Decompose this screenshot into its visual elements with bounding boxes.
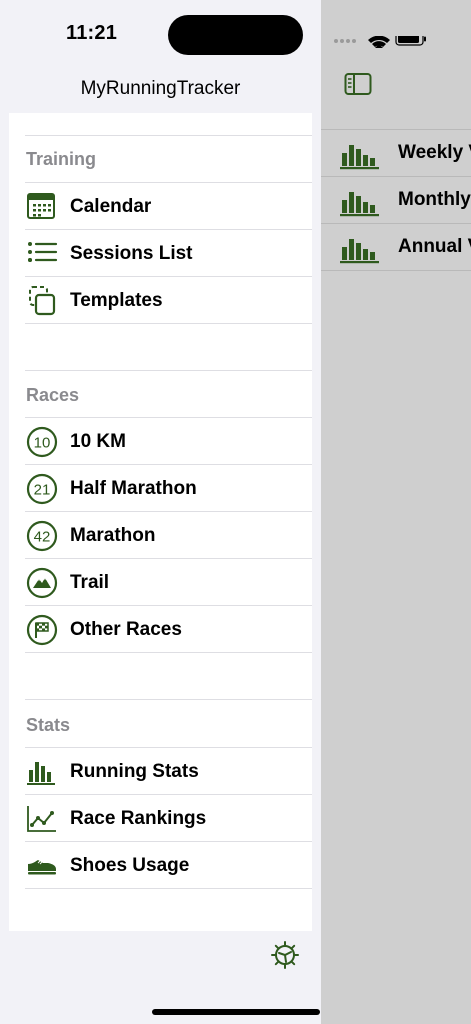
detail-item-annual[interactable]: Annual V — [321, 224, 471, 271]
divider — [25, 652, 312, 653]
race-42-badge: 42 — [34, 529, 51, 546]
sidebar-item-label: Running Stats — [70, 761, 199, 782]
mountain-icon — [26, 567, 58, 599]
divider — [25, 323, 312, 324]
sidebar-item-label: Sessions List — [70, 243, 193, 264]
section-title-stats: Stats — [26, 715, 71, 735]
sidebar-panel: 11:21 MyRunningTracker Training Calendar — [0, 0, 321, 1024]
bar-chart-icon — [27, 762, 55, 785]
bar-chart-icon — [340, 145, 379, 170]
list-icon — [28, 242, 58, 262]
sidebar-item-label: 10 KM — [70, 431, 126, 452]
sidebar-item-running-stats[interactable]: Running Stats — [9, 748, 312, 795]
sidebar-item-marathon[interactable]: 42 Marathon — [9, 512, 312, 559]
sidebar-item-label: Marathon — [70, 525, 156, 546]
detail-item-weekly[interactable]: Weekly V — [321, 130, 471, 177]
bar-chart-icon — [340, 192, 379, 217]
sidebar-item-templates[interactable]: Templates — [9, 277, 312, 324]
detail-item-monthly[interactable]: Monthly — [321, 177, 471, 224]
sidebar-item-label: Templates — [70, 290, 163, 311]
detail-item-label: Annual V — [398, 236, 471, 257]
dynamic-island — [168, 15, 303, 55]
sidebar-item-shoes-usage[interactable]: Shoes Usage — [9, 842, 312, 889]
sidebar-item-race-rankings[interactable]: Race Rankings — [9, 795, 312, 842]
race-10-icon: 10 — [26, 426, 58, 458]
sidebar-item-label: Shoes Usage — [70, 855, 190, 876]
race-42-icon: 42 — [26, 520, 58, 552]
sidebar-item-label: Calendar — [70, 196, 152, 217]
bar-chart-icon — [340, 239, 379, 264]
section-title-races: Races — [26, 385, 80, 405]
sidebar-toggle-icon[interactable] — [344, 72, 372, 96]
sidebar-item-label: Trail — [70, 572, 110, 593]
race-10-badge: 10 — [34, 435, 51, 452]
divider — [25, 888, 312, 889]
divider — [321, 270, 471, 271]
sidebar-item-label: Race Rankings — [70, 808, 207, 829]
sidebar-item-half-marathon[interactable]: 21 Half Marathon — [9, 465, 312, 512]
divider — [25, 135, 312, 136]
status-time: 11:21 — [66, 22, 118, 44]
templates-icon — [29, 286, 56, 316]
sidebar-item-10km[interactable]: 10 10 KM — [9, 418, 312, 465]
race-21-badge: 21 — [34, 482, 51, 499]
detail-item-label: Monthly — [398, 189, 471, 210]
home-indicator[interactable] — [152, 1009, 320, 1015]
app-title: MyRunningTracker — [80, 78, 241, 99]
calendar-icon — [27, 193, 55, 219]
divider — [25, 699, 312, 700]
line-chart-icon — [27, 806, 56, 832]
sidebar-item-label: Half Marathon — [70, 478, 197, 499]
detail-item-label: Weekly V — [398, 142, 471, 163]
race-21-icon: 21 — [26, 473, 58, 505]
shoe-icon — [28, 860, 56, 875]
sidebar-item-sessions-list[interactable]: Sessions List — [9, 230, 312, 277]
settings-gear-icon[interactable] — [270, 940, 300, 970]
checkered-flag-icon — [26, 614, 58, 646]
sidebar-item-other-races[interactable]: Other Races — [9, 606, 312, 653]
sidebar-item-label: Other Races — [70, 619, 182, 640]
sidebar-item-trail[interactable]: Trail — [9, 559, 312, 606]
divider — [25, 370, 312, 371]
sidebar-list: Training Calendar Sessions List Template… — [9, 113, 312, 931]
sidebar-item-calendar[interactable]: Calendar — [9, 183, 312, 230]
section-title-training: Training — [26, 149, 97, 169]
status-icons — [334, 36, 426, 48]
detail-panel[interactable]: Weekly V Monthly Annual V — [321, 0, 471, 1024]
